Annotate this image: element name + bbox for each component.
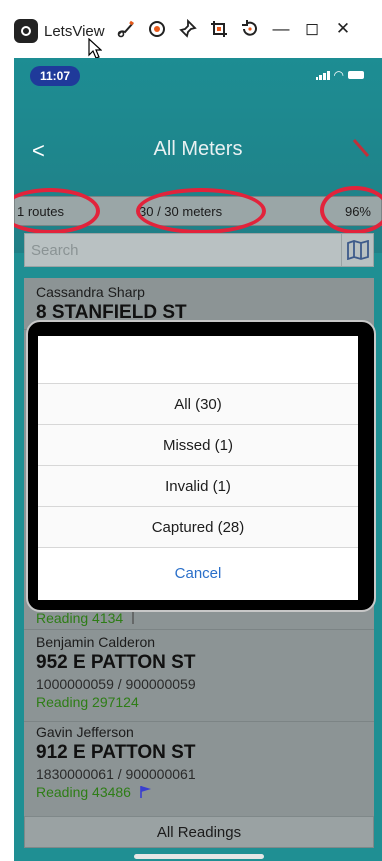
- meter-ids: 1830000061 / 900000061: [36, 766, 196, 782]
- filter-option-missed[interactable]: Missed (1): [38, 425, 358, 466]
- search-bar: [24, 233, 374, 267]
- page-title: All Meters: [153, 138, 243, 160]
- crop-icon[interactable]: [209, 18, 229, 40]
- signal-icon: [315, 70, 330, 80]
- filter-sheet: All (30) Missed (1) Invalid (1) Captured…: [38, 336, 358, 600]
- brush-icon[interactable]: [116, 18, 136, 40]
- meter-reading: Reading 297124: [36, 694, 139, 710]
- customer-name: Gavin Jefferson: [36, 724, 134, 740]
- filter-option-captured[interactable]: Captured (28): [38, 507, 358, 548]
- search-input[interactable]: [31, 241, 321, 259]
- all-readings-button[interactable]: All Readings: [24, 816, 374, 848]
- highlight-ring-meters: [136, 188, 266, 234]
- meter-address: 912 E PATTON ST: [36, 742, 196, 763]
- customer-name: Benjamin Calderon: [36, 634, 156, 650]
- close-icon[interactable]: ✕: [333, 18, 353, 40]
- letsview-logo-icon: [14, 19, 38, 43]
- pencil-icon[interactable]: [350, 136, 372, 160]
- status-time: 11:07: [30, 66, 81, 86]
- filter-option-invalid[interactable]: Invalid (1): [38, 466, 358, 507]
- toolbar-tools: — ◻ ✕: [116, 18, 353, 40]
- map-icon: [346, 240, 369, 260]
- record-icon[interactable]: [147, 18, 167, 40]
- meter-address: 952 E PATTON ST: [36, 652, 196, 673]
- status-icons: ◠: [315, 68, 364, 82]
- home-indicator: [134, 854, 264, 859]
- flag-icon: [132, 612, 134, 624]
- meter-ids: 1000000059 / 900000059: [36, 676, 196, 692]
- map-button[interactable]: [341, 234, 373, 266]
- filter-option-all[interactable]: All (30): [38, 384, 358, 425]
- app-title: LetsView: [44, 22, 105, 40]
- battery-icon: [348, 71, 364, 79]
- wifi-icon: ◠: [333, 68, 344, 82]
- sheet-header: [38, 336, 358, 384]
- mouse-cursor-icon: [88, 38, 102, 59]
- reading-text: Reading 43486: [36, 784, 131, 800]
- minimize-icon[interactable]: —: [271, 18, 291, 40]
- rotate-icon[interactable]: [240, 18, 260, 40]
- customer-name: Cassandra Sharp: [36, 284, 145, 300]
- pin-icon[interactable]: [178, 18, 198, 40]
- meter-reading: Reading 43486: [36, 784, 374, 800]
- list-item[interactable]: Benjamin Calderon 952 E PATTON ST 100000…: [24, 630, 374, 722]
- cancel-button[interactable]: Cancel: [38, 548, 358, 598]
- reading-text: Reading 4134: [36, 610, 124, 626]
- maximize-icon[interactable]: ◻: [302, 18, 322, 40]
- meter-reading: Reading 4134: [36, 610, 374, 626]
- highlight-ring-percent: [320, 186, 382, 234]
- list-item[interactable]: Gavin Jefferson 912 E PATTON ST 18300000…: [24, 722, 374, 818]
- flag-icon: [140, 786, 151, 798]
